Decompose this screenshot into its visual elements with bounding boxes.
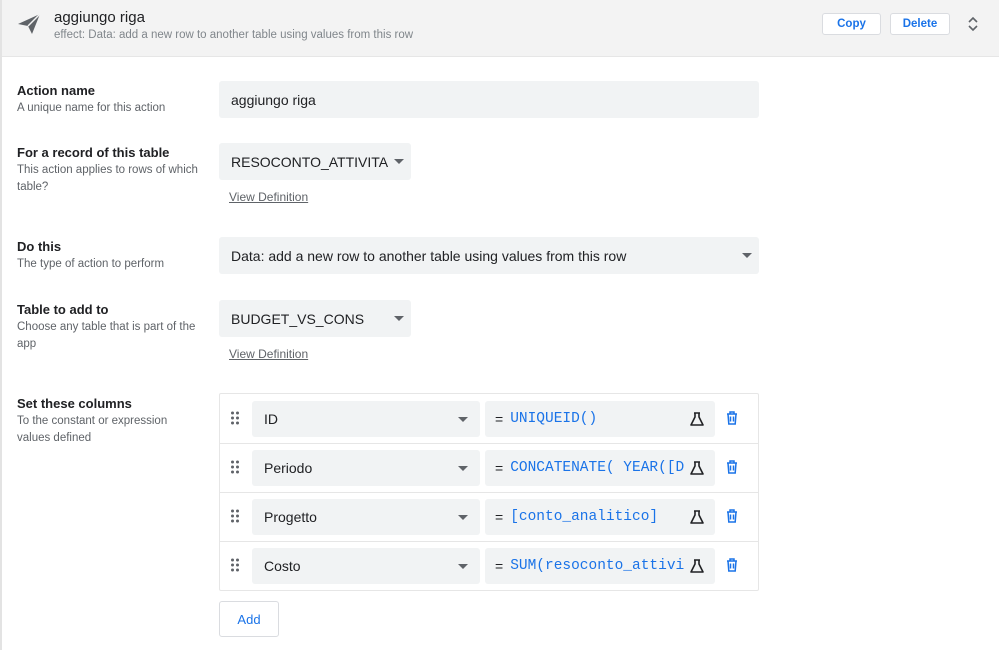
do-this-label: Do this	[17, 239, 62, 254]
expression-value: UNIQUEID()	[510, 411, 598, 427]
record-table-select[interactable]: RESOCONTO_ATTIVITA	[219, 143, 411, 180]
add-column-button[interactable]: Add	[219, 601, 279, 637]
chevron-down-icon	[394, 316, 404, 321]
record-table-value: RESOCONTO_ATTIVITA	[231, 153, 389, 170]
do-this-label-group: Do this The type of action to perform	[17, 239, 207, 273]
expression-value: CONCATENATE( YEAR([D	[510, 460, 685, 476]
header-subtitle: effect: Data: add a new row to another t…	[54, 29, 414, 41]
equals-sign: =	[495, 460, 504, 476]
chevron-down-icon	[458, 466, 468, 471]
equals-sign: =	[495, 411, 504, 427]
record-table-label: For a record of this table	[17, 145, 170, 160]
chevron-down-icon	[394, 159, 404, 164]
flask-icon[interactable]	[689, 509, 705, 525]
expression-input[interactable]: = UNIQUEID()	[485, 401, 715, 437]
action-name-label-group: Action name A unique name for this actio…	[17, 83, 207, 117]
expand-icon[interactable]	[967, 16, 979, 32]
do-this-description: The type of action to perform	[17, 258, 165, 270]
record-table-description: This action applies to rows of which tab…	[17, 164, 198, 193]
expression-input[interactable]: = SUM(resoconto_attivi	[485, 548, 715, 584]
do-this-select[interactable]: Data: add a new row to another table usi…	[219, 237, 759, 274]
action-name-label: Action name	[17, 83, 96, 98]
action-name-description: A unique name for this action	[17, 102, 166, 114]
drag-handle-icon[interactable]	[230, 509, 240, 523]
flask-icon[interactable]	[689, 411, 705, 427]
expression-value: [conto_analitico]	[510, 509, 659, 525]
column-select[interactable]: Periodo	[252, 450, 480, 486]
equals-sign: =	[495, 558, 504, 574]
action-header: aggiungo riga effect: Data: add a new ro…	[2, 0, 999, 57]
send-icon	[18, 13, 41, 34]
trash-icon[interactable]	[726, 411, 738, 425]
record-table-view-definition-link[interactable]: View Definition	[229, 190, 308, 204]
drag-handle-icon[interactable]	[230, 460, 240, 474]
chevron-down-icon	[458, 417, 468, 422]
chevron-down-icon	[742, 253, 752, 258]
column-row: ID = UNIQUEID()	[220, 394, 758, 443]
equals-sign: =	[495, 509, 504, 525]
column-name: Periodo	[264, 460, 313, 476]
chevron-down-icon	[458, 564, 468, 569]
delete-button[interactable]: Delete	[890, 13, 950, 35]
expression-input[interactable]: = [conto_analitico]	[485, 499, 715, 535]
set-columns-label: Set these columns	[17, 396, 132, 411]
table-to-add-label: Table to add to	[17, 302, 109, 317]
column-assignments: ID = UNIQUEID() Periodo = CONCATENATE( YEA…	[219, 393, 759, 591]
chevron-down-icon	[458, 515, 468, 520]
left-border	[0, 0, 2, 650]
table-to-add-description: Choose any table that is part of the app	[17, 321, 196, 350]
table-to-add-value: BUDGET_VS_CONS	[231, 310, 365, 327]
column-name: Progetto	[264, 509, 317, 525]
trash-icon[interactable]	[726, 558, 738, 572]
drag-handle-icon[interactable]	[230, 558, 240, 572]
table-to-add-label-group: Table to add to Choose any table that is…	[17, 302, 207, 353]
column-select[interactable]: Costo	[252, 548, 480, 584]
expression-input[interactable]: = CONCATENATE( YEAR([D	[485, 450, 715, 486]
trash-icon[interactable]	[726, 460, 738, 474]
trash-icon[interactable]	[726, 509, 738, 523]
table-to-add-select[interactable]: BUDGET_VS_CONS	[219, 300, 411, 337]
header-title: aggiungo riga	[54, 9, 145, 26]
drag-handle-icon[interactable]	[230, 411, 240, 425]
copy-button[interactable]: Copy	[822, 13, 881, 35]
action-name-value: aggiungo riga	[231, 91, 316, 108]
column-row: Costo = SUM(resoconto_attivi	[220, 541, 758, 590]
flask-icon[interactable]	[689, 460, 705, 476]
column-name: Costo	[264, 558, 301, 574]
record-table-label-group: For a record of this table This action a…	[17, 145, 207, 196]
column-row: Progetto = [conto_analitico]	[220, 492, 758, 541]
set-columns-label-group: Set these columns To the constant or exp…	[17, 396, 187, 447]
column-select[interactable]: Progetto	[252, 499, 480, 535]
flask-icon[interactable]	[689, 558, 705, 574]
column-select[interactable]: ID	[252, 401, 480, 437]
column-name: ID	[264, 411, 278, 427]
table-to-add-view-definition-link[interactable]: View Definition	[229, 347, 308, 361]
expression-value: SUM(resoconto_attivi	[510, 558, 685, 574]
do-this-value: Data: add a new row to another table usi…	[231, 247, 627, 264]
column-row: Periodo = CONCATENATE( YEAR([D	[220, 443, 758, 492]
set-columns-description: To the constant or expression values def…	[17, 415, 168, 444]
action-name-input[interactable]: aggiungo riga	[219, 81, 759, 118]
